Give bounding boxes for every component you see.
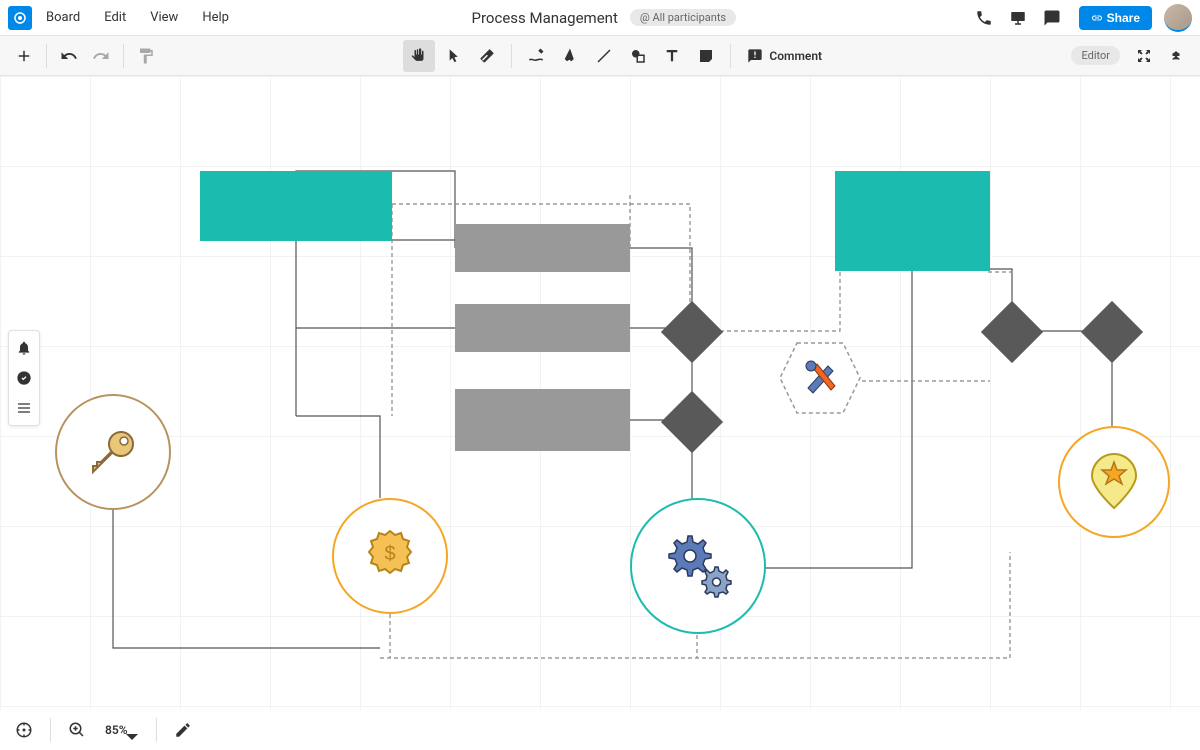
share-button[interactable]: Share [1079, 6, 1152, 30]
bottom-bar: 85% [0, 710, 1200, 750]
star-pin-icon [1086, 450, 1142, 514]
doc-title[interactable]: Process Management [472, 9, 618, 27]
share-label: Share [1107, 11, 1140, 25]
menu-view[interactable]: View [140, 6, 188, 29]
gray-box-2[interactable] [455, 304, 630, 352]
list-icon[interactable] [13, 397, 35, 419]
fit-button[interactable] [1128, 40, 1160, 72]
participants-badge[interactable]: @ All participants [630, 9, 736, 26]
diamond-1[interactable] [661, 301, 723, 363]
shape-tool[interactable] [622, 40, 654, 72]
comment-label: Comment [769, 49, 822, 63]
edit-button[interactable] [167, 714, 199, 746]
key-icon [83, 422, 143, 482]
teal-box-1[interactable] [200, 171, 392, 241]
diamond-3[interactable] [981, 301, 1043, 363]
check-icon[interactable] [13, 367, 35, 389]
circle-key[interactable] [55, 394, 171, 510]
menu-board[interactable]: Board [36, 6, 90, 29]
pointer-tool[interactable] [437, 40, 469, 72]
comment-button[interactable]: Comment [739, 44, 830, 68]
hand-tool[interactable] [403, 40, 435, 72]
redo-button[interactable] [85, 40, 117, 72]
header-bar: Board Edit View Help Process Management … [0, 0, 1200, 36]
dollar-icon: $ [359, 525, 421, 587]
chat-icon[interactable] [1043, 9, 1061, 27]
menu-edit[interactable]: Edit [94, 6, 136, 29]
role-badge[interactable]: Editor [1071, 46, 1120, 65]
svg-text:$: $ [384, 543, 395, 565]
app-logo[interactable] [8, 6, 32, 30]
undo-button[interactable] [53, 40, 85, 72]
sticky-tool[interactable] [690, 40, 722, 72]
present-icon[interactable] [1009, 9, 1027, 27]
left-tools-panel [8, 330, 40, 426]
canvas[interactable]: $ [0, 76, 1200, 710]
format-paint-button[interactable] [130, 40, 162, 72]
menu-help[interactable]: Help [192, 6, 239, 29]
marker-tool[interactable] [554, 40, 586, 72]
hexagon-tools[interactable] [775, 338, 865, 418]
circle-star[interactable] [1058, 426, 1170, 538]
zoom-level[interactable]: 85% [105, 723, 128, 737]
gray-box-1[interactable] [455, 224, 630, 272]
teal-box-2[interactable] [835, 171, 990, 271]
add-tool[interactable] [8, 40, 40, 72]
pen-tool[interactable] [520, 40, 552, 72]
circle-gears[interactable] [630, 498, 766, 634]
diamond-4[interactable] [1081, 301, 1143, 363]
notification-icon[interactable] [13, 337, 35, 359]
circle-dollar[interactable]: $ [332, 498, 448, 614]
eraser-tool[interactable] [471, 40, 503, 72]
gears-icon [658, 526, 738, 606]
user-avatar[interactable] [1164, 4, 1192, 32]
line-tool[interactable] [588, 40, 620, 72]
toolbar: Comment Editor [0, 36, 1200, 76]
minimap-button[interactable] [8, 714, 40, 746]
diamond-2[interactable] [661, 391, 723, 453]
gray-box-3[interactable] [455, 389, 630, 451]
phone-icon[interactable] [975, 9, 993, 27]
collapse-button[interactable] [1160, 40, 1192, 72]
text-tool[interactable] [656, 40, 688, 72]
zoom-button[interactable] [61, 714, 93, 746]
